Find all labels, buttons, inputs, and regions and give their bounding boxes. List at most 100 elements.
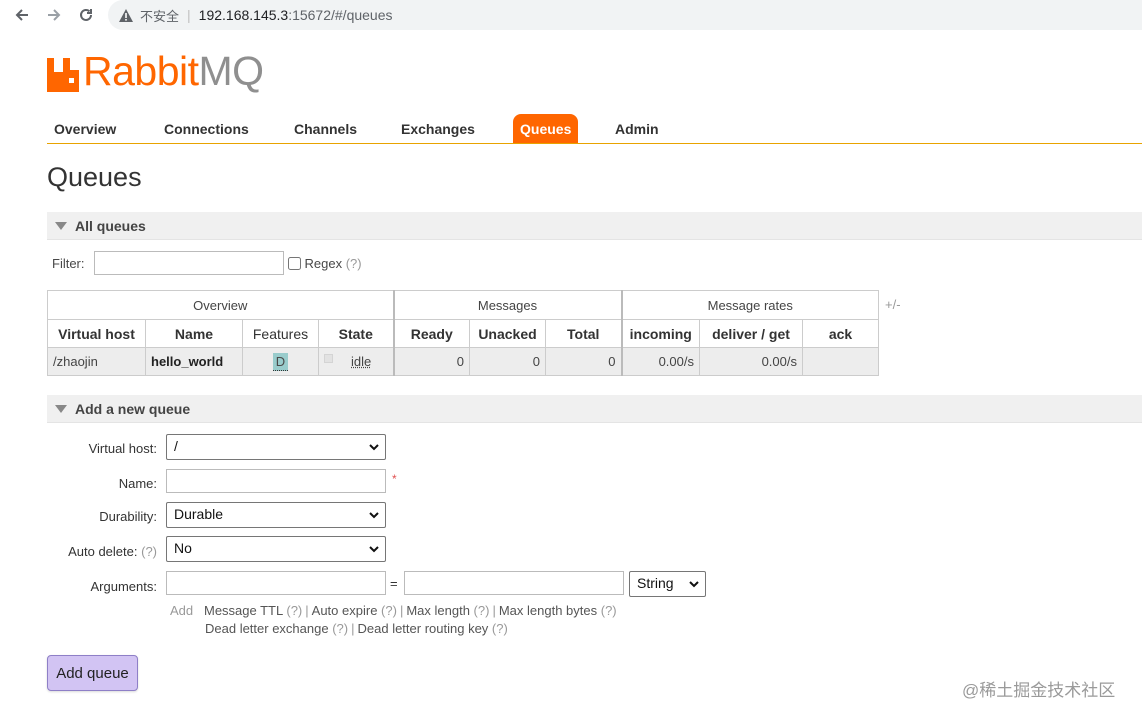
arg-link-auto-expire[interactable]: Auto expire: [312, 603, 378, 618]
logo-text: RabbitMQ: [83, 51, 264, 92]
filter-label: Filter:: [52, 255, 85, 271]
col-incoming[interactable]: incoming: [620, 319, 700, 348]
url-path: :15672/#/queues: [288, 7, 393, 23]
table-group-header-row: Overview Messages Message rates: [47, 290, 879, 320]
browser-toolbar: 不安全 | 192.168.145.3:15672/#/queues: [0, 0, 1142, 30]
add-queue-button[interactable]: Add queue: [47, 655, 138, 691]
rabbitmq-logo[interactable]: RabbitMQ: [47, 50, 264, 92]
argument-type-select[interactable]: String: [629, 571, 706, 597]
arg-help-max-length[interactable]: (?): [474, 603, 490, 618]
col-deliver-get[interactable]: deliver / get: [699, 319, 803, 348]
filter-input[interactable]: [93, 251, 284, 275]
auto-delete-select[interactable]: No: [166, 536, 386, 562]
cell-state: idle: [318, 347, 394, 376]
col-ready[interactable]: Ready: [392, 319, 470, 348]
equals-sign: =: [390, 576, 398, 591]
group-overview: Overview: [47, 290, 394, 320]
arg-link-dead-letter-exchange[interactable]: Dead letter exchange: [205, 621, 329, 636]
argument-key-input[interactable]: [166, 571, 386, 595]
page-title: Queues: [47, 162, 142, 192]
queues-table: Overview Messages Message rates Virtual …: [47, 290, 879, 376]
virtual-host-select[interactable]: /: [166, 434, 386, 460]
arrow-right-icon: [48, 9, 61, 21]
collapse-triangle-icon: [55, 221, 67, 230]
chevron-down-icon: [369, 512, 379, 519]
tab-exchanges[interactable]: Exchanges: [394, 114, 482, 143]
required-mark: *: [392, 472, 397, 486]
cell-total: 0: [545, 347, 622, 376]
col-ack[interactable]: ack: [802, 319, 879, 348]
main-nav-tabs: Overview Connections Channels Exchanges …: [47, 114, 1142, 144]
col-unacked[interactable]: Unacked: [469, 319, 546, 348]
table-row: /zhaojin hello_world D idle 0 0 0 0.00/s…: [47, 347, 879, 376]
arg-help-auto-expire[interactable]: (?): [381, 603, 397, 618]
arg-help-message-ttl[interactable]: (?): [286, 603, 302, 618]
tab-overview[interactable]: Overview: [47, 114, 123, 143]
regex-checkbox[interactable]: [287, 256, 301, 270]
chevron-down-icon: [369, 444, 379, 451]
add-label: Add: [170, 603, 194, 618]
durability-value: Durable: [174, 506, 224, 522]
arguments-label: Arguments:: [90, 579, 157, 594]
all-queues-header[interactable]: All queues: [47, 212, 1142, 240]
group-messages: Messages: [392, 290, 622, 320]
chevron-down-icon: [689, 581, 699, 588]
add-queue-title: Add a new queue: [75, 400, 191, 417]
collapse-triangle-icon: [55, 404, 67, 413]
add-queue-header[interactable]: Add a new queue: [47, 395, 1142, 423]
arg-link-dead-letter-routing-key[interactable]: Dead letter routing key: [358, 621, 489, 636]
address-bar[interactable]: 不安全 | 192.168.145.3:15672/#/queues: [108, 0, 1142, 30]
col-name[interactable]: Name: [145, 319, 243, 348]
regex-label: Regex: [304, 255, 343, 271]
logo-mq-text: MQ: [198, 48, 265, 94]
col-virtual-host[interactable]: Virtual host: [47, 319, 146, 348]
argument-type-value: String: [637, 575, 674, 591]
name-label: Name:: [118, 476, 157, 491]
queue-name-input[interactable]: [166, 469, 386, 493]
reload-button[interactable]: [74, 3, 98, 27]
forward-button[interactable]: [42, 3, 66, 27]
cell-vhost: /zhaojin: [47, 347, 146, 376]
durability-select[interactable]: Durable: [166, 502, 386, 528]
tab-connections[interactable]: Connections: [157, 114, 256, 143]
watermark: @稀土掘金技术社区: [962, 681, 1116, 700]
argument-shortcuts-line-1: Add Message TTL (?) | Auto expire (?) | Max …: [170, 603, 617, 618]
filter-row: Filter: Regex (?): [52, 251, 362, 275]
cell-incoming: 0.00/s: [620, 347, 700, 376]
arg-help-dead-letter-routing-key[interactable]: (?): [492, 621, 508, 636]
tab-queues[interactable]: Queues: [513, 114, 579, 143]
cell-unacked: 0: [469, 347, 546, 376]
cell-ack: [802, 347, 879, 376]
argument-value-input[interactable]: [404, 571, 624, 595]
tab-admin[interactable]: Admin: [608, 114, 666, 143]
cell-queue-name[interactable]: hello_world: [145, 347, 243, 376]
arg-help-dead-letter-exchange[interactable]: (?): [332, 621, 348, 636]
columns-toggle-link[interactable]: +/-: [885, 297, 901, 312]
auto-delete-label-row: Auto delete: (?): [52, 544, 157, 559]
auto-delete-label: Auto delete:: [68, 544, 138, 559]
col-state[interactable]: State: [318, 319, 394, 348]
state-text: idle: [351, 354, 372, 369]
auto-delete-value: No: [174, 540, 192, 556]
arg-link-message-ttl[interactable]: Message TTL: [204, 603, 283, 618]
url-separator: |: [187, 7, 191, 23]
reload-icon: [80, 8, 92, 21]
insecure-label: 不安全: [140, 8, 180, 24]
table-column-header-row: Virtual host Name Features State Ready U…: [47, 319, 879, 348]
col-total[interactable]: Total: [545, 319, 622, 348]
cell-features: D: [242, 347, 319, 376]
back-button[interactable]: [10, 3, 34, 27]
tab-channels[interactable]: Channels: [287, 114, 364, 143]
arg-help-max-length-bytes[interactable]: (?): [601, 603, 617, 618]
arg-link-max-length[interactable]: Max length: [406, 603, 470, 618]
state-indicator-icon: [324, 354, 333, 363]
arrow-left-icon: [15, 9, 28, 21]
warning-icon[interactable]: [118, 8, 134, 23]
durable-badge: D: [272, 352, 289, 371]
arg-link-max-length-bytes[interactable]: Max length bytes: [499, 603, 597, 618]
argument-shortcuts: Add Message TTL (?) | Auto expire (?) | Max …: [170, 602, 617, 638]
rabbitmq-logo-icon: [47, 58, 79, 92]
regex-help-link[interactable]: (?): [346, 256, 362, 271]
durability-label: Durability:: [99, 509, 157, 524]
auto-delete-help-link[interactable]: (?): [141, 544, 157, 559]
